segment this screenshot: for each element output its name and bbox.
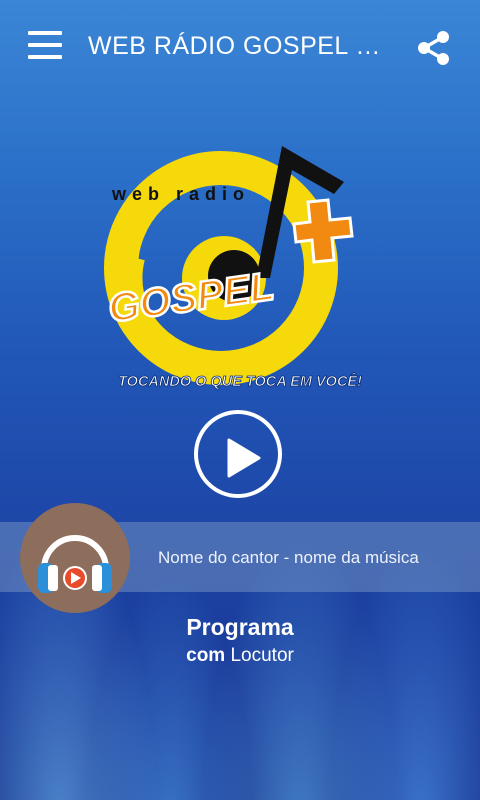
logo-web-radio-text: web radio: [111, 184, 250, 204]
host-name: Locutor: [230, 645, 294, 666]
hamburger-menu-icon: [28, 31, 62, 35]
now-playing-avatar: [20, 503, 130, 613]
now-playing-track: Nome do cantor - nome da música: [158, 548, 419, 567]
app-bar: WEB RÁDIO GOSPEL MAIS: [0, 0, 480, 96]
share-button[interactable]: [416, 30, 452, 66]
program-name: Programa: [186, 614, 294, 640]
share-icon: [418, 31, 449, 65]
play-icon: [227, 438, 261, 478]
program-host: com Locutor: [0, 645, 480, 667]
headphones-icon: [38, 535, 112, 593]
play-button[interactable]: [194, 410, 282, 498]
logo-slogan: TOCANDO O QUE TOCA EM VOCÊ!: [118, 372, 362, 390]
station-logo: web radio GOSPEL TOCANDO O QUE TOCA EM V…: [96, 128, 384, 398]
menu-button[interactable]: [28, 31, 62, 61]
app-title: WEB RÁDIO GOSPEL MAIS: [88, 32, 398, 60]
host-prefix: com: [186, 645, 226, 666]
